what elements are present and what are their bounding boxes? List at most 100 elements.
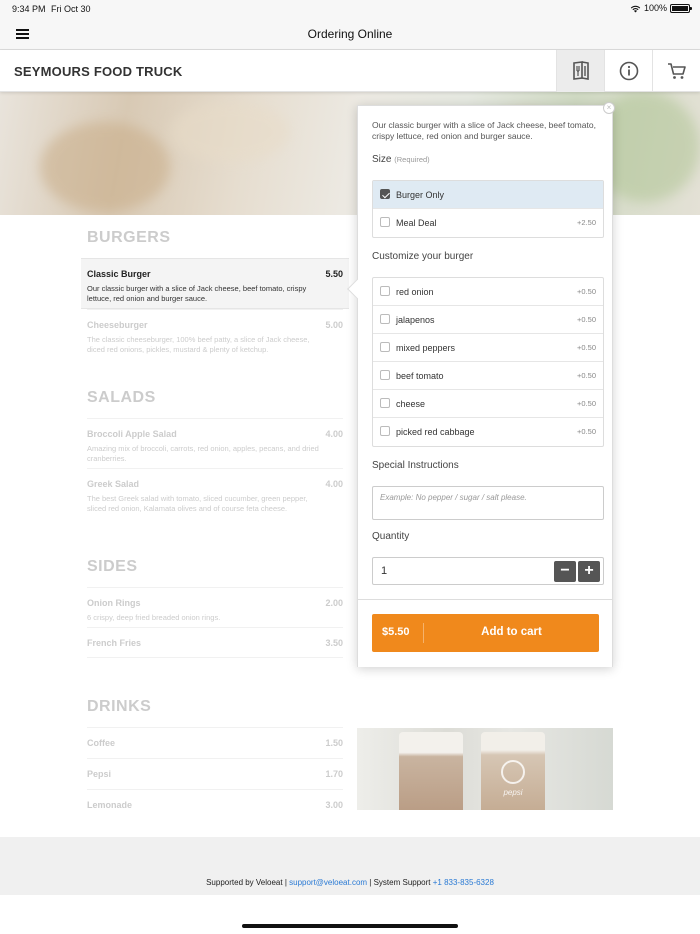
item-name: Cheeseburger (87, 320, 148, 330)
checkmark-icon[interactable] (380, 189, 390, 199)
option-price: +0.50 (577, 399, 596, 408)
menu-item[interactable]: French Fries 3.50 (87, 627, 343, 658)
item-desc: 6 crispy, deep fried breaded onion rings… (87, 613, 221, 622)
item-desc: Amazing mix of broccoli, carrots, red on… (87, 444, 319, 463)
item-price: 1.50 (325, 738, 343, 748)
item-name: Classic Burger (87, 269, 151, 279)
size-option[interactable]: Burger Only (373, 181, 603, 209)
item-name: Broccoli Apple Salad (87, 429, 177, 439)
special-instructions-input[interactable] (372, 486, 604, 520)
menu-item[interactable]: Greek Salad 4.00 The best Greek salad wi… (87, 468, 343, 528)
checkbox[interactable] (380, 342, 390, 352)
option-price: +0.50 (577, 371, 596, 380)
status-date: Fri Oct 30 (51, 4, 91, 14)
close-icon[interactable]: × (603, 102, 615, 114)
option-price: +0.50 (577, 315, 596, 324)
status-time: 9:34 PM (12, 4, 46, 14)
item-options-popover: Our classic burger with a slice of Jack … (357, 105, 613, 667)
nav-bar: Ordering Online (0, 18, 700, 50)
customize-option[interactable]: cheese +0.50 (373, 390, 603, 418)
shop-name: SEYMOURS FOOD TRUCK (14, 64, 183, 79)
size-required: (Required) (394, 155, 430, 164)
item-name: Coffee (87, 738, 116, 748)
customize-options: red onion +0.50 jalapenos +0.50 mixed pe… (372, 277, 604, 447)
cart-button[interactable] (652, 50, 700, 92)
instructions-heading: Special Instructions (372, 460, 459, 471)
checkbox[interactable] (380, 286, 390, 296)
battery-icon (670, 3, 692, 13)
quantity-stepper: 1 − + (372, 557, 604, 585)
size-option[interactable]: Meal Deal +2.50 (373, 209, 603, 237)
pepsi-logo (501, 760, 525, 784)
item-desc: The best Greek salad with tomato, sliced… (87, 494, 308, 513)
nav-title: Ordering Online (307, 27, 393, 41)
menu-item[interactable]: Onion Rings 2.00 6 crispy, deep fried br… (87, 587, 343, 627)
item-name: Pepsi (87, 769, 112, 779)
quantity-heading: Quantity (372, 531, 410, 542)
menu-item[interactable]: Classic Burger 5.50 Our classic burger w… (81, 258, 349, 309)
add-to-cart-button[interactable]: $5.50 Add to cart (372, 614, 599, 652)
menu-item[interactable]: Cheeseburger 5.00 The classic cheeseburg… (87, 309, 343, 359)
drinks-image: pepsi (357, 728, 613, 810)
size-options: Burger Only Meal Deal +2.50 (372, 180, 604, 238)
checkbox[interactable] (380, 398, 390, 408)
support-email-link[interactable]: support@veloeat.com (289, 878, 367, 887)
support-phone-link[interactable]: +1 833-835-6328 (433, 878, 494, 887)
size-heading: Size (Required) (372, 154, 430, 165)
pepsi-label: pepsi (503, 788, 523, 797)
customize-option[interactable]: red onion +0.50 (373, 278, 603, 306)
cart-icon (667, 63, 686, 79)
option-price: +0.50 (577, 427, 596, 436)
item-name: French Fries (87, 638, 142, 648)
item-price: 3.00 (325, 800, 343, 810)
item-desc: Our classic burger with a slice of Jack … (87, 284, 307, 303)
category-burgers: BURGERS (87, 229, 171, 246)
footer-prefix: Supported by Veloeat | (206, 878, 290, 887)
option-price: +0.50 (577, 287, 596, 296)
item-name: Lemonade (87, 800, 133, 810)
info-button[interactable] (604, 50, 652, 92)
menu-item[interactable]: Lemonade 3.00 (87, 789, 343, 820)
option-price: +2.50 (577, 218, 596, 227)
checkbox[interactable] (380, 370, 390, 380)
footer: Supported by Veloeat | support@veloeat.c… (0, 837, 700, 895)
quantity-minus-button[interactable]: − (554, 561, 576, 582)
wifi-icon (630, 5, 641, 13)
checkbox[interactable] (380, 314, 390, 324)
shop-header: SEYMOURS FOOD TRUCK (0, 50, 700, 92)
item-name: Greek Salad (87, 479, 140, 489)
popover-footer: $5.50 Add to cart (358, 599, 612, 667)
menu-item[interactable]: Pepsi 1.70 (87, 758, 343, 789)
option-label: beef tomato (396, 371, 444, 381)
footer-text: Supported by Veloeat | support@veloeat.c… (0, 878, 700, 887)
item-price: 5.50 (325, 269, 343, 279)
menu-item[interactable]: Coffee 1.50 (87, 727, 343, 758)
customize-option[interactable]: beef tomato +0.50 (373, 362, 603, 390)
quantity-plus-button[interactable]: + (578, 561, 600, 582)
category-drinks: DRINKS (87, 698, 152, 715)
option-label: Meal Deal (396, 218, 437, 228)
menu-button[interactable] (556, 50, 604, 92)
total-price: $5.50 (382, 626, 410, 638)
menu-item[interactable]: Broccoli Apple Salad 4.00 Amazing mix of… (87, 418, 343, 468)
item-price: 4.00 (325, 479, 343, 489)
item-price: 5.00 (325, 320, 343, 330)
option-label: mixed peppers (396, 343, 456, 353)
option-label: cheese (396, 399, 426, 409)
add-to-cart-label: Add to cart (481, 626, 542, 638)
option-label: red onion (396, 287, 434, 297)
menu-book-icon (572, 61, 589, 80)
size-label: Size (372, 154, 392, 165)
item-name: Onion Rings (87, 598, 141, 608)
item-price: 1.70 (325, 769, 343, 779)
checkbox[interactable] (380, 217, 390, 227)
info-icon (619, 61, 638, 81)
customize-option[interactable]: jalapenos +0.50 (373, 306, 603, 334)
checkbox[interactable] (380, 426, 390, 436)
category-sides: SIDES (87, 558, 138, 575)
quantity-value[interactable]: 1 (381, 565, 387, 577)
customize-heading: Customize your burger (372, 251, 474, 262)
customize-option[interactable]: mixed peppers +0.50 (373, 334, 603, 362)
home-indicator[interactable] (242, 924, 458, 928)
customize-option[interactable]: picked red cabbage +0.50 (373, 418, 603, 446)
